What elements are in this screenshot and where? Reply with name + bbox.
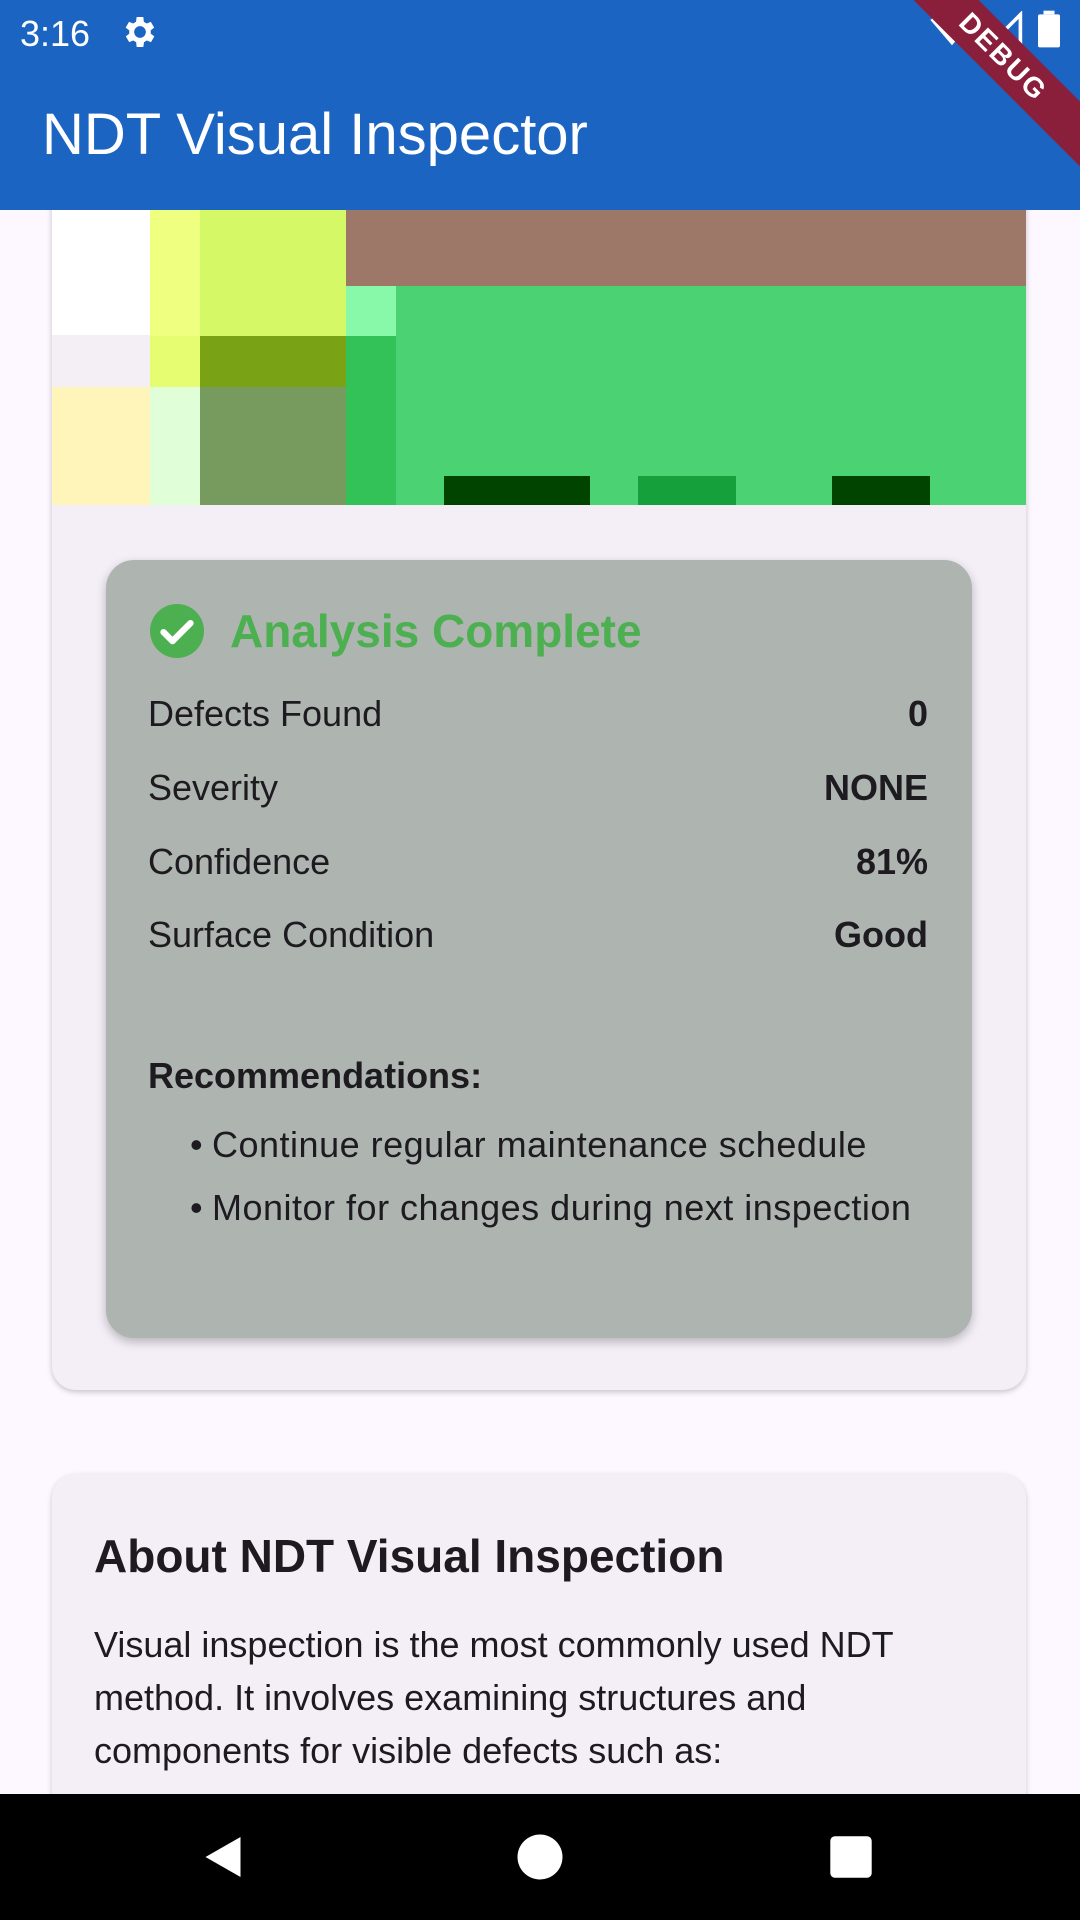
recommendations-list: • Continue regular maintenance schedule … [190, 1118, 920, 1244]
app-bar: 3:16 NDT Visual Inspector DEBUG [0, 0, 1080, 210]
stat-value: NONE [823, 767, 928, 808]
recommendation-text: Continue regular maintenance schedule [212, 1124, 867, 1165]
stat-row-severity: Severity NONE [148, 766, 928, 810]
stat-label: Defects Found [148, 693, 383, 734]
stat-value: Good [834, 914, 928, 955]
recents-icon [830, 1836, 872, 1878]
analysis-title: Analysis Complete [230, 605, 642, 657]
stat-value: 81% [855, 841, 928, 882]
bullet: • [190, 1124, 203, 1165]
bullet: • [190, 1187, 203, 1228]
inspected-image-preview [52, 210, 1026, 505]
app-title: NDT Visual Inspector [42, 102, 588, 167]
back-icon [205, 1837, 241, 1877]
scroll-content[interactable]: Analysis Complete Defects Found 0 Severi… [0, 210, 1080, 1794]
home-icon [517, 1834, 563, 1880]
stat-row-surface-condition: Surface Condition Good [148, 913, 928, 957]
settings-gear-icon [120, 12, 160, 52]
stat-label: Severity [148, 767, 279, 808]
about-title: About NDT Visual Inspection [94, 1530, 725, 1582]
about-body: Visual inspection is the most commonly u… [94, 1624, 894, 1771]
analysis-header: Analysis Complete [150, 604, 642, 658]
home-button[interactable] [505, 1822, 575, 1892]
recents-button[interactable] [816, 1822, 886, 1892]
analysis-summary: Analysis Complete Defects Found 0 Severi… [106, 560, 972, 1338]
about-card: About NDT Visual Inspection Visual inspe… [52, 1474, 1026, 1794]
stat-row-defects: Defects Found 0 [148, 692, 928, 736]
stat-row-confidence: Confidence 81% [148, 840, 928, 884]
recommendations-title: Recommendations: [148, 1055, 483, 1096]
stat-label: Confidence [148, 841, 331, 882]
battery-icon [1038, 10, 1060, 53]
recommendation-text: Monitor for changes during next inspecti… [212, 1187, 912, 1228]
inspection-result-card: Analysis Complete Defects Found 0 Severi… [52, 210, 1026, 1390]
stat-value: 0 [907, 693, 928, 734]
stat-label: Surface Condition [148, 914, 435, 955]
status-time: 3:16 [20, 13, 91, 54]
list-item: • Monitor for changes during next inspec… [190, 1181, 920, 1234]
back-button[interactable] [188, 1822, 258, 1892]
list-item: • Continue regular maintenance schedule [190, 1118, 920, 1171]
check-circle-icon [150, 604, 204, 658]
navigation-bar [0, 1794, 1080, 1920]
